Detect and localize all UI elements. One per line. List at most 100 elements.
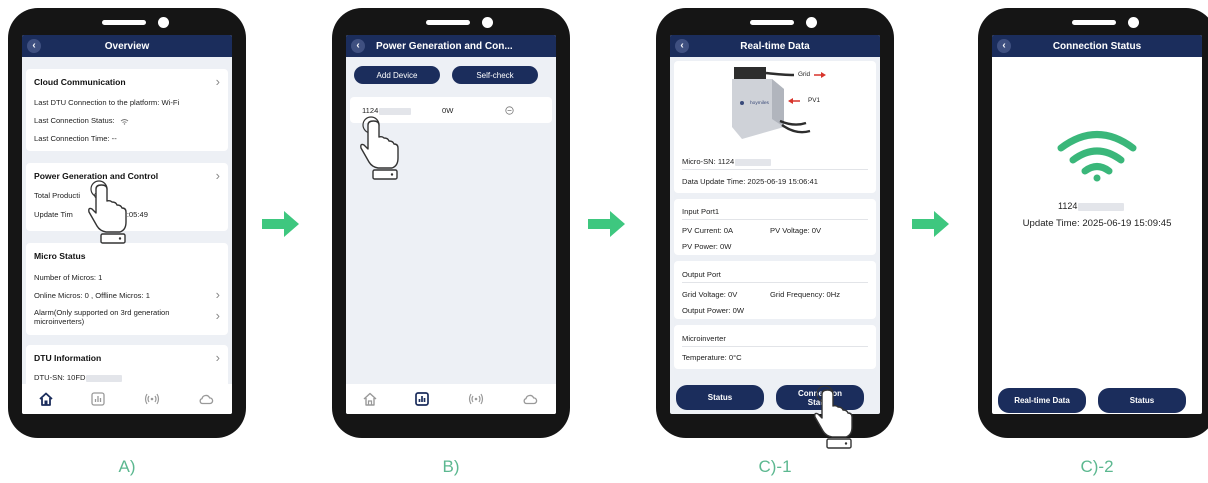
page-title: Real-time Data xyxy=(740,40,810,52)
connection-sn: 1124 xyxy=(1058,201,1125,211)
number-of-micros: Number of Micros: 1 xyxy=(34,273,103,282)
phone-camera xyxy=(482,17,493,28)
right-arrow-icon xyxy=(262,211,299,237)
grid-label: Grid xyxy=(798,71,811,78)
chart-icon[interactable] xyxy=(90,391,106,407)
device-power: 0W xyxy=(442,106,454,115)
online-offline-micros[interactable]: Online Micros: 0 , Offline Micros: 1 xyxy=(34,291,150,300)
last-dtu-connection: Last DTU Connection to the platform: Wi-… xyxy=(34,98,180,107)
divider xyxy=(682,346,868,347)
pointing-hand-icon xyxy=(88,180,127,244)
alarm-line-2[interactable]: microinverters) xyxy=(34,317,84,326)
wifi-small-icon xyxy=(120,118,129,125)
minus-circle-icon[interactable] xyxy=(505,106,514,115)
phone-speaker xyxy=(750,20,794,25)
page-title: Overview xyxy=(104,40,150,52)
chevron-right-icon[interactable]: › xyxy=(216,309,220,322)
connection-update-time: Update Time: 2025-06-19 15:09:45 xyxy=(1022,218,1172,229)
alarm-line-1[interactable]: Alarm(Only supported on 3rd generation xyxy=(34,308,170,317)
bottom-navigation xyxy=(346,384,556,414)
output-port-heading: Output Port xyxy=(682,270,721,279)
phone-frame-power-generation: ‹ Power Generation and Con... Add Device… xyxy=(332,8,570,438)
chevron-right-icon[interactable]: › xyxy=(216,75,220,88)
chevron-right-icon[interactable]: › xyxy=(216,351,220,364)
overview-titlebar: ‹ Overview xyxy=(22,35,232,57)
status-button[interactable]: Status xyxy=(676,385,764,410)
device-info-card: Grid PV1 hoymiles Micro-SN: 1124 Data Up… xyxy=(674,61,876,193)
chevron-right-icon[interactable]: › xyxy=(216,169,220,182)
pointing-hand-icon xyxy=(360,116,399,180)
phone-frame-realtime-data: ‹ Real-time Data Grid PV1 hoymiles Micro… xyxy=(656,8,894,449)
back-arrow-icon[interactable]: ‹ xyxy=(675,39,689,53)
home-icon[interactable] xyxy=(362,391,378,407)
right-arrow-icon xyxy=(588,211,625,237)
chart-icon[interactable] xyxy=(414,391,430,407)
cloud-communication-heading: Cloud Communication xyxy=(34,77,126,87)
divider xyxy=(682,169,868,170)
page-title: Connection Status xyxy=(1052,40,1142,52)
micro-status-heading: Micro Status xyxy=(34,251,86,261)
caption-c1: C)-1 xyxy=(758,457,792,476)
phone-frame-connection-status: ‹ Connection Status 1124 Update Time: 20… xyxy=(978,8,1208,438)
microinverter-heading: Microinverter xyxy=(682,334,726,343)
phone-speaker xyxy=(102,20,146,25)
cloud-icon[interactable] xyxy=(522,391,538,407)
caption-c2: C)-2 xyxy=(1080,457,1114,476)
pv-voltage: PV Voltage: 0V xyxy=(770,226,822,235)
signal-icon[interactable] xyxy=(468,391,484,407)
phone-speaker xyxy=(1072,20,1116,25)
home-icon[interactable] xyxy=(38,391,54,407)
cloud-icon[interactable] xyxy=(198,391,214,407)
cloud-communication-card[interactable]: Cloud Communication › Last DTU Connectio… xyxy=(26,69,228,151)
real-time-data-button[interactable]: Real-time Data xyxy=(998,388,1086,413)
pv-current: PV Current: 0A xyxy=(682,226,734,235)
pv-power: PV Power: 0W xyxy=(682,242,732,251)
input-port-card: Input Port1 PV Current: 0A PV Voltage: 0… xyxy=(674,199,876,255)
back-arrow-icon[interactable]: ‹ xyxy=(351,39,365,53)
realtime-data-screen: ‹ Real-time Data Grid PV1 hoymiles Micro… xyxy=(670,35,880,414)
redacted-serial xyxy=(86,374,123,382)
phone-camera xyxy=(806,17,817,28)
overview-screen: ‹ Overview Cloud Communication › Last DT… xyxy=(22,35,232,414)
microinverter-card: Microinverter Temperature: 0°C xyxy=(674,325,876,369)
caption-a: A) xyxy=(118,457,136,476)
last-connection-time: Last Connection Time: -- xyxy=(34,134,117,143)
redacted-serial xyxy=(735,158,772,166)
connection-titlebar: ‹ Connection Status xyxy=(992,35,1202,57)
bottom-navigation xyxy=(22,384,232,414)
divider xyxy=(682,219,868,220)
last-connection-status: Last Connection Status: xyxy=(34,116,129,125)
pointing-hand-icon xyxy=(814,385,853,449)
grid-voltage: Grid Voltage: 0V xyxy=(682,290,738,299)
output-power: Output Power: 0W xyxy=(682,306,745,315)
realtime-titlebar: ‹ Real-time Data xyxy=(670,35,880,57)
page-title: Power Generation and Con... xyxy=(376,40,513,52)
output-port-card: Output Port Grid Voltage: 0V Grid Freque… xyxy=(674,261,876,319)
brand-label: hoymiles xyxy=(750,101,769,106)
micro-status-card: Micro Status Number of Micros: 1 Online … xyxy=(26,243,228,335)
divider xyxy=(682,282,868,283)
input-port-heading: Input Port1 xyxy=(682,207,720,216)
right-arrow-icon xyxy=(912,211,949,237)
signal-icon[interactable] xyxy=(144,391,160,407)
device-sn: 1124 xyxy=(362,106,412,115)
connection-status-screen: ‹ Connection Status 1124 Update Time: 20… xyxy=(992,35,1202,414)
microinverter-image xyxy=(732,67,826,139)
micro-sn: Micro-SN: 1124 xyxy=(682,157,772,166)
power-titlebar: ‹ Power Generation and Con... xyxy=(346,35,556,57)
caption-b: B) xyxy=(442,457,460,476)
phone-speaker xyxy=(426,20,470,25)
phone-frame-overview: ‹ Overview Cloud Communication › Last DT… xyxy=(8,8,246,438)
redacted-serial xyxy=(379,107,412,115)
status-button[interactable]: Status xyxy=(1098,388,1186,413)
chevron-right-icon[interactable]: › xyxy=(216,288,220,301)
self-check-button[interactable]: Self-check xyxy=(452,66,538,84)
wifi-icon xyxy=(1057,131,1137,182)
dtu-sn: DTU-SN: 10FD xyxy=(34,373,123,382)
add-device-button[interactable]: Add Device xyxy=(354,66,440,84)
back-arrow-icon[interactable]: ‹ xyxy=(997,39,1011,53)
pv1-label: PV1 xyxy=(808,97,821,104)
back-arrow-icon[interactable]: ‹ xyxy=(27,39,41,53)
data-update-time: Data Update Time: 2025-06-19 15:06:41 xyxy=(682,177,818,186)
temperature: Temperature: 0°C xyxy=(682,353,742,362)
